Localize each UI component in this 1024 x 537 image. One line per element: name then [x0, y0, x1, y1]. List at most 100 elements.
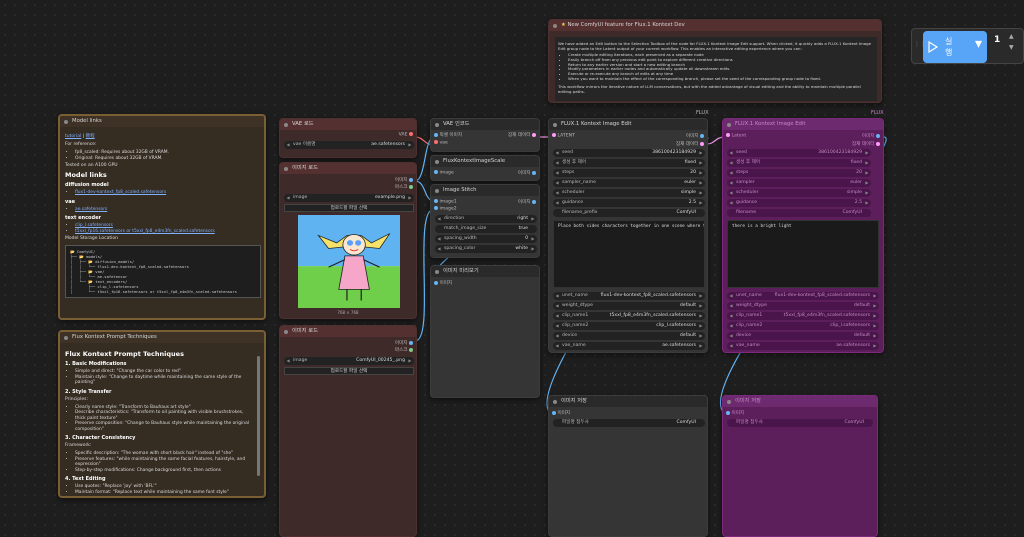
prompt-techniques-note[interactable]: Flux Kontext Prompt Techniques Flux Kont… [58, 330, 266, 498]
node-title[interactable]: 이미지 로드 [280, 163, 416, 174]
image-combo[interactable]: ◀ image example.png ▶ [284, 194, 414, 202]
output-port-latent[interactable]: 잠재 데이터 [508, 132, 536, 138]
output-port-latent[interactable]: 잠재 데이터 [676, 141, 704, 147]
node-title[interactable]: VAE 인코드 [431, 119, 539, 130]
input-port-image[interactable]: image [434, 170, 454, 176]
clip-name2-combo[interactable]: ◀ clip_name2 clip_l.safetensors ▶ [727, 322, 879, 330]
filename-prefix-field[interactable]: filename ComfyUI [727, 209, 871, 217]
match-image-size-toggle[interactable]: match_image_size true [435, 225, 537, 233]
device-combo[interactable]: ◀ device default ▶ [727, 332, 879, 340]
input-port-image[interactable]: 이미지 [434, 280, 452, 286]
scrollbar[interactable] [257, 356, 260, 476]
chevron-down-icon[interactable]: ▾ [975, 36, 982, 52]
upload-button[interactable]: 업로드할 파일 선택 [284, 204, 414, 212]
prompt-textarea[interactable]: Place both sides characters together in … [553, 220, 705, 288]
image-loader-node[interactable]: 이미지 로드 이미지 마스크 ◀ image example.png ▶ 업로드할 파… [279, 162, 417, 319]
node-title[interactable]: ★ New ComfyUI feature for Flux.1 Kontext… [549, 20, 881, 31]
node-title[interactable]: Model links [60, 116, 264, 127]
flux-kontext-image-edit-node[interactable]: FLUX.1 Kontext Image Edit LATENT 이미지 잠재 … [548, 118, 708, 353]
device-combo[interactable]: ◀ device default ▶ [553, 332, 705, 340]
node-title[interactable]: VAE 로드 [280, 119, 416, 130]
image-stitch-node[interactable]: Image Stitch image1 image2 이미지 ◀ directio… [430, 184, 540, 258]
image-combo[interactable]: ◀ image ComfyUI_00245_.png ▶ [284, 357, 414, 365]
input-port-image[interactable]: 이미지 [726, 410, 744, 416]
unet-name-combo[interactable]: ◀ unet_name flux1-dev-kontext_fp8_scaled.s… [727, 292, 879, 300]
output-port-image[interactable]: 이미지 [518, 199, 536, 205]
output-port-image[interactable]: 이미지 [395, 177, 413, 183]
output-port-mask[interactable]: 마스크 [395, 184, 413, 190]
zh-tutorial-link[interactable]: 教程 [86, 134, 95, 139]
flux-kontext-image-edit-node-2[interactable]: FLUX.1 Kontext Image Edit Latent 이미지 잠재 … [722, 118, 884, 353]
filename-prefix-field[interactable]: 파일명 접두사 ComfyUI [727, 419, 873, 427]
node-title[interactable]: FluxKontextImageScale [431, 156, 539, 167]
output-port-image[interactable]: 이미지 [395, 340, 413, 346]
output-port-image[interactable]: 이미지 [686, 133, 704, 139]
node-title[interactable]: 이미지 저장 [549, 396, 707, 407]
vae-name-combo[interactable]: ◀ vae_name ae.safetensors ▶ [727, 342, 879, 350]
prompt-textarea[interactable]: there is a bright light [727, 220, 879, 288]
node-title[interactable]: 이미지 미리보기 [431, 266, 539, 277]
decrement-icon[interactable]: ▼ [1009, 44, 1014, 51]
image-loader-node-2[interactable]: 이미지 로드 이미지 마스크 ◀ image ComfyUI_00245_.png ▶… [279, 325, 417, 537]
filename-prefix-field[interactable]: 파일명 접두사 ComfyUI [553, 419, 705, 427]
input-port-image2[interactable]: image2 [434, 206, 457, 212]
guidance-stepper[interactable]: ◀ guidance 2.5 ▶ [553, 199, 705, 207]
seed-stepper[interactable]: ◀ seed 386100423184929 ▶ [727, 149, 871, 157]
input-port-latent[interactable]: LATENT [552, 133, 575, 139]
output-port-image[interactable]: 이미지 [518, 170, 536, 176]
model-link[interactable]: flux1-dev-kontext_fp8_scaled.safetensors [75, 190, 166, 195]
steps-stepper[interactable]: ◀ steps 20 ▶ [553, 169, 705, 177]
filename-prefix-field[interactable]: filename_prefix ComfyUI [553, 209, 705, 217]
node-title[interactable]: FLUX.1 Kontext Image Edit [723, 119, 883, 130]
node-title[interactable]: 이미지 저장 [723, 396, 877, 407]
tutorial-link[interactable]: tutorial [65, 134, 81, 139]
clip-name2-combo[interactable]: ◀ clip_name2 clip_l.safetensors ▶ [553, 322, 705, 330]
clip-name1-combo[interactable]: ◀ clip_name1 t5xxl_fp8_e4m3fn_scaled.safet… [727, 312, 879, 320]
upload-button[interactable]: 업로드할 파일 선택 [284, 367, 414, 375]
guidance-stepper[interactable]: ◀ guidance 2.5 ▶ [727, 199, 871, 207]
clip-name1-combo[interactable]: ◀ clip_name1 t5xxl_fp8_e4m3fn_scaled.safet… [553, 312, 705, 320]
direction-combo[interactable]: ◀ direction right ▶ [435, 215, 537, 223]
input-port-pixels[interactable]: 픽셀 이미지 [434, 132, 462, 138]
input-port-vae[interactable]: vae [434, 140, 448, 146]
output-port-mask[interactable]: 마스크 [395, 347, 413, 353]
weight-dtype-combo[interactable]: ◀ weight_dtype default ▶ [727, 302, 879, 310]
model-links-note[interactable]: Model links tutorial | 教程 For reference:… [58, 114, 266, 320]
model-link[interactable]: clip_l.safetensors [75, 223, 113, 228]
output-port-image[interactable]: 이미지 [862, 133, 880, 139]
batch-count[interactable]: 1 [994, 35, 1000, 45]
scheduler-combo[interactable]: ◀ scheduler simple ▶ [553, 189, 705, 197]
node-title[interactable]: Image Stitch [431, 185, 539, 196]
scheduler-combo[interactable]: ◀ scheduler simple ▶ [727, 189, 871, 197]
save-image-node-2[interactable]: 이미지 저장 이미지 파일명 접두사 ComfyUI [722, 395, 878, 537]
sampler-combo[interactable]: ◀ sampler euler ▶ [727, 179, 871, 187]
spacing-color-combo[interactable]: ◀ spacing_color white ▶ [435, 245, 537, 253]
vae-name-combo[interactable]: ◀ vae 이름명 ae.safetensors ▶ [284, 141, 414, 149]
sampler-combo[interactable]: ◀ sampler_name euler ▶ [553, 179, 705, 187]
output-port-vae[interactable]: VAE [399, 132, 413, 138]
run-button[interactable]: 실 행 ▾ [923, 31, 987, 63]
save-image-node[interactable]: 이미지 저장 이미지 파일명 접두사 ComfyUI [548, 395, 708, 537]
vae-encode-node[interactable]: VAE 인코드 픽셀 이미지 vae 잠재 데이터 [430, 118, 540, 152]
input-port-latent[interactable]: Latent [726, 133, 746, 139]
input-port-image[interactable]: 이미지 [552, 410, 570, 416]
weight-dtype-combo[interactable]: ◀ weight_dtype default ▶ [553, 302, 705, 310]
output-port-latent[interactable]: 잠재 데이터 [852, 141, 880, 147]
model-link[interactable]: ae.safetensors [75, 207, 107, 212]
control-after-generate-combo[interactable]: ◀ 생성 후 제어 fixed ▶ [727, 159, 871, 167]
model-link[interactable]: t5xxl_fp16.safetensors or t5xxl_fp8_e4m3… [75, 229, 215, 234]
new-feature-note[interactable]: ★ New ComfyUI feature for Flux.1 Kontext… [548, 19, 882, 103]
preview-image-node[interactable]: 이미지 미리보기 이미지 [430, 265, 540, 398]
node-title[interactable]: Flux Kontext Prompt Techniques [60, 332, 264, 343]
input-port-image1[interactable]: image1 [434, 199, 457, 205]
spacing-width-stepper[interactable]: ◀ spacing_width 0 ▶ [435, 235, 537, 243]
vae-loader-node[interactable]: VAE 로드 VAE ◀ vae 이름명 ae.safetensors ▶ [279, 118, 417, 158]
increment-icon[interactable]: ▲ [1009, 33, 1014, 40]
seed-stepper[interactable]: ◀ seed 386100423184929 ▶ [553, 149, 705, 157]
node-title[interactable]: 이미지 로드 [280, 326, 416, 337]
node-title[interactable]: FLUX.1 Kontext Image Edit [549, 119, 707, 130]
unet-name-combo[interactable]: ◀ unet_name flux1-dev-kontext_fp8_scaled.s… [553, 292, 705, 300]
control-after-generate-combo[interactable]: ◀ 생성 후 제어 fixed ▶ [553, 159, 705, 167]
steps-stepper[interactable]: ◀ steps 20 ▶ [727, 169, 871, 177]
flux-kontext-image-scale-node[interactable]: FluxKontextImageScale image 이미지 [430, 155, 540, 181]
